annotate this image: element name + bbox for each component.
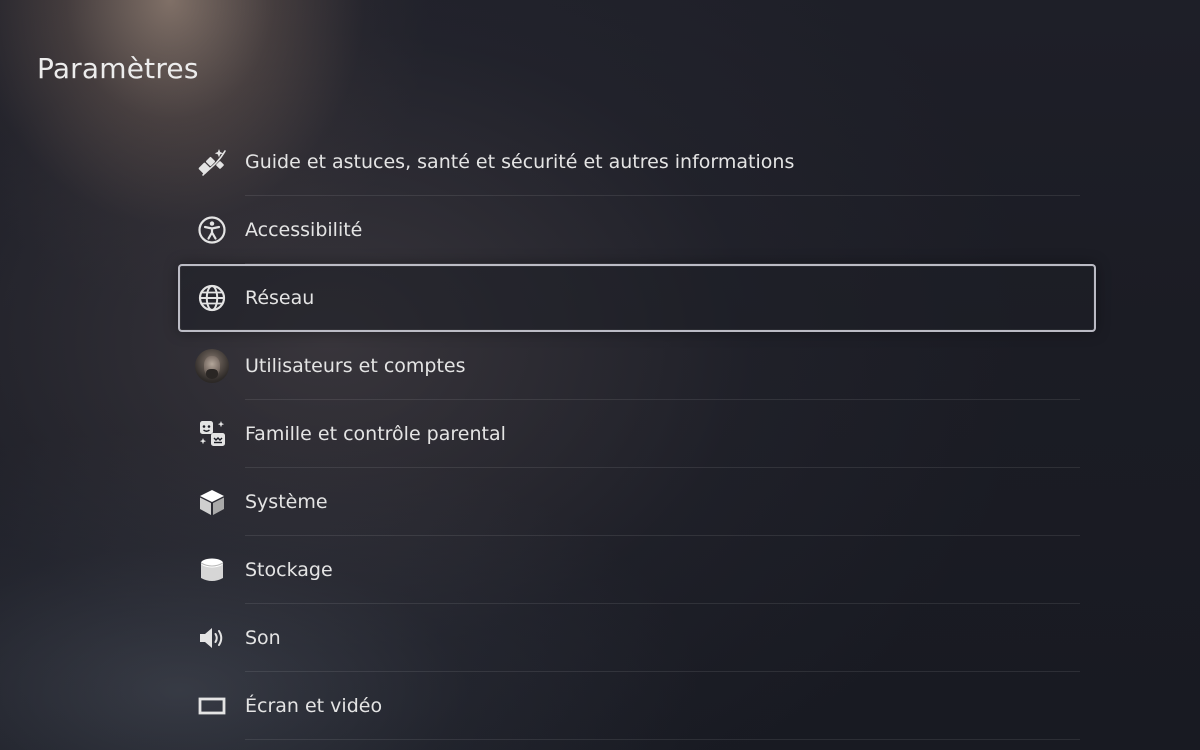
settings-item-system[interactable]: Système [178, 468, 1096, 536]
display-icon [194, 688, 230, 724]
settings-item-guide[interactable]: Guide et astuces, santé et sécurité et a… [178, 128, 1096, 196]
family-icon [194, 416, 230, 452]
cube-icon [194, 484, 230, 520]
settings-menu: Guide et astuces, santé et sécurité et a… [178, 128, 1096, 740]
accessibility-icon [194, 212, 230, 248]
storage-cylinder-icon [194, 552, 230, 588]
settings-item-accessibility[interactable]: Accessibilité [178, 196, 1096, 264]
settings-item-label: Son [245, 627, 281, 649]
settings-item-users[interactable]: Utilisateurs et comptes [178, 332, 1096, 400]
tips-sparkle-icon [194, 144, 230, 180]
settings-item-label: Accessibilité [245, 219, 363, 241]
settings-item-label: Système [245, 491, 328, 513]
settings-item-label: Famille et contrôle parental [245, 423, 506, 445]
settings-item-label: Utilisateurs et comptes [245, 355, 466, 377]
settings-item-label: Guide et astuces, santé et sécurité et a… [245, 151, 795, 173]
settings-item-family[interactable]: Famille et contrôle parental [178, 400, 1096, 468]
settings-item-label: Stockage [245, 559, 333, 581]
settings-item-storage[interactable]: Stockage [178, 536, 1096, 604]
user-avatar [194, 348, 230, 384]
speaker-icon [194, 620, 230, 656]
settings-item-label: Écran et vidéo [245, 695, 383, 717]
settings-item-label: Réseau [245, 287, 315, 309]
settings-item-display[interactable]: Écran et vidéo [178, 672, 1096, 740]
globe-icon [194, 280, 230, 316]
settings-item-network[interactable]: Réseau [178, 264, 1096, 332]
page-title: Paramètres [37, 52, 199, 85]
settings-item-sound[interactable]: Son [178, 604, 1096, 672]
